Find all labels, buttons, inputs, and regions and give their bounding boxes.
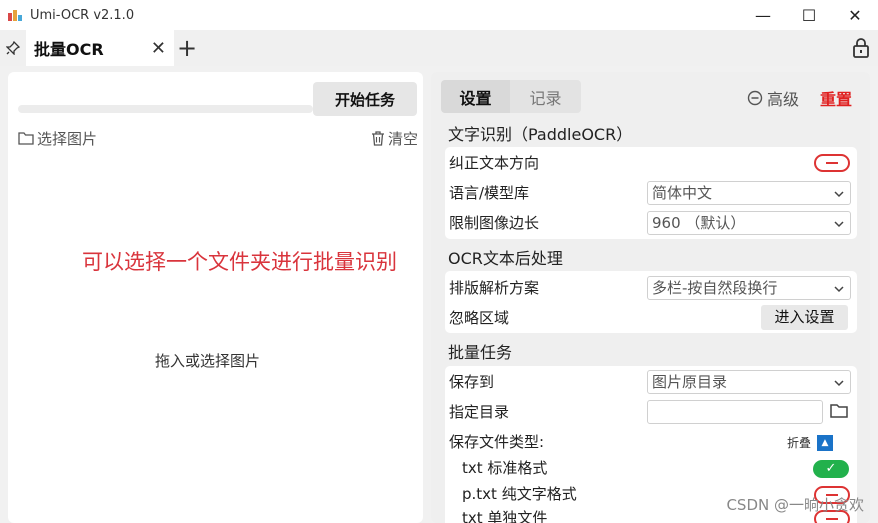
target-dir-label: 指定目录	[449, 403, 510, 421]
folder-icon[interactable]	[829, 401, 851, 423]
trash-icon	[371, 130, 384, 146]
reset-button[interactable]: 重置	[820, 86, 852, 110]
txt-standard-label: txt 标准格式	[462, 459, 548, 477]
start-task-button[interactable]: 开始任务	[313, 82, 417, 116]
clear-button[interactable]: 清空	[371, 128, 418, 149]
ptxt-label: p.txt 纯文字格式	[462, 485, 577, 503]
progress-bar	[18, 105, 313, 113]
pin-icon[interactable]	[0, 30, 26, 66]
txt-single-label: txt 单独文件	[462, 509, 548, 523]
minimize-button[interactable]: —	[740, 0, 786, 30]
chevron-down-icon	[834, 380, 844, 387]
folder-icon	[18, 132, 34, 145]
app-logo-icon	[8, 9, 22, 21]
close-window-button[interactable]: ✕	[832, 0, 878, 30]
tab-settings[interactable]: 设置	[441, 80, 510, 113]
clear-label: 清空	[387, 129, 418, 148]
file-types-label: 保存文件类型:	[449, 433, 545, 451]
left-panel: 开始任务 选择图片 清空 可以选择一个文件夹进行批量识别 拖入或选择图片	[8, 72, 423, 523]
chevron-down-icon	[834, 286, 844, 293]
select-images-button[interactable]: 选择图片	[18, 128, 97, 149]
advanced-label: 高级	[767, 90, 800, 109]
tab-close-icon[interactable]: ✕	[151, 38, 166, 59]
limit-size-label: 限制图像边长	[449, 214, 540, 232]
select-images-label: 选择图片	[37, 129, 98, 148]
add-tab-button[interactable]: +	[174, 30, 200, 66]
chevron-down-icon	[834, 221, 844, 228]
save-to-select[interactable]: 图片原目录	[647, 370, 851, 394]
target-dir-input[interactable]	[647, 400, 823, 424]
tab-batch-ocr[interactable]: 批量OCR ✕	[26, 30, 174, 66]
layout-label: 排版解析方案	[449, 279, 540, 297]
collapse-toggle[interactable]: 折叠 ▲	[787, 434, 834, 451]
annotation-text: 可以选择一个文件夹进行批量识别	[82, 250, 397, 274]
tab-bar: 批量OCR ✕ +	[0, 30, 878, 66]
maximize-button[interactable]: ☐	[786, 0, 832, 30]
language-label: 语言/模型库	[449, 184, 530, 202]
minus-circle-icon	[747, 90, 763, 106]
section-title-post: OCR文本后处理	[448, 249, 563, 268]
enter-settings-button[interactable]: 进入设置	[761, 305, 848, 330]
post-settings-card: 排版解析方案 多栏-按自然段换行 忽略区域 进入设置	[445, 271, 857, 333]
section-title-batch: 批量任务	[448, 343, 513, 362]
layout-value: 多栏-按自然段换行	[652, 279, 778, 297]
language-select[interactable]: 简体中文	[647, 181, 851, 205]
ignore-area-label: 忽略区域	[449, 309, 510, 327]
settings-panel: 设置 记录 高级 重置 文字识别（PaddleOCR） 纠正文本方向 语言/模型…	[431, 72, 870, 523]
advanced-toggle[interactable]: 高级	[747, 86, 799, 110]
title-bar: Umi-OCR v2.1.0 — ☐ ✕	[0, 0, 878, 30]
triangle-up-icon: ▲	[817, 434, 834, 451]
limit-size-select[interactable]: 960 （默认）	[647, 211, 851, 235]
layout-select[interactable]: 多栏-按自然段换行	[647, 276, 851, 300]
image-drop-area[interactable]	[8, 154, 423, 523]
save-to-label: 保存到	[449, 373, 495, 391]
window-title: Umi-OCR v2.1.0	[30, 7, 135, 23]
section-title-ocr: 文字识别（PaddleOCR）	[448, 125, 633, 144]
correct-direction-label: 纠正文本方向	[449, 154, 540, 172]
watermark: CSDN @一晌小贪欢	[726, 496, 864, 514]
tab-records[interactable]: 记录	[510, 80, 581, 113]
collapse-label: 折叠	[787, 436, 812, 450]
txt-standard-toggle[interactable]: ✓	[813, 460, 849, 478]
left-toolbar: 选择图片 清空	[18, 127, 418, 149]
correct-direction-toggle[interactable]	[814, 154, 850, 172]
language-value: 简体中文	[652, 184, 713, 202]
ocr-settings-card: 纠正文本方向 语言/模型库 简体中文 限制图像边长 960 （默认）	[445, 147, 857, 239]
drop-hint: 拖入或选择图片	[155, 352, 261, 370]
limit-size-value: 960 （默认）	[652, 214, 746, 232]
save-to-value: 图片原目录	[652, 373, 728, 391]
lock-icon[interactable]	[852, 38, 870, 58]
tab-label: 批量OCR	[34, 40, 104, 59]
chevron-down-icon	[834, 191, 844, 198]
